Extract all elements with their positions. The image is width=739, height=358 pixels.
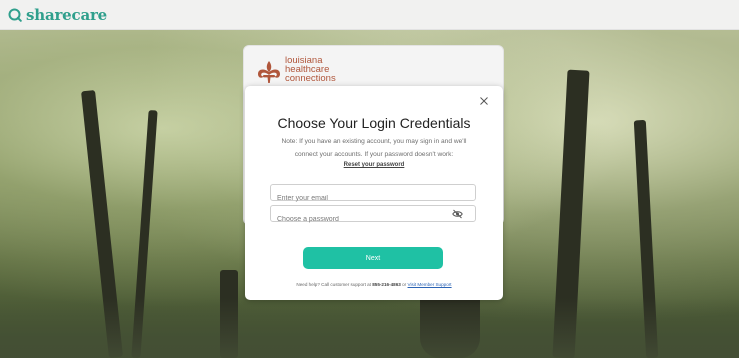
password-field-wrapper [270, 205, 476, 227]
top-header: sharecare [0, 0, 739, 30]
fleur-de-lis-icon [258, 61, 280, 83]
note-text: Note: If you have an existing account, y… [257, 136, 491, 161]
note-line1: Note: If you have an existing account, y… [281, 138, 467, 145]
help-text: Need help? Call customer support at 855-… [245, 282, 503, 287]
partner-line3: connections [285, 73, 336, 84]
partner-logo: louisiana healthcare connections [256, 56, 336, 84]
partner-name: louisiana healthcare connections [285, 56, 336, 84]
support-phone: 855-216-4863 [372, 282, 401, 287]
member-support-link[interactable]: Visit Member Support [408, 282, 452, 287]
ground [0, 298, 739, 358]
eye-off-icon[interactable] [452, 209, 463, 219]
help-or: or [402, 282, 407, 287]
close-icon [480, 97, 488, 105]
sharecare-logo-icon [8, 8, 22, 22]
login-credentials-modal: Choose Your Login Credentials Note: If y… [245, 86, 503, 300]
modal-title: Choose Your Login Credentials [277, 115, 471, 131]
password-field[interactable] [271, 212, 475, 227]
email-field[interactable] [271, 191, 475, 206]
next-button[interactable]: Next [303, 247, 443, 269]
brand-name: sharecare [26, 6, 108, 24]
close-button[interactable] [478, 95, 490, 107]
help-prefix: Need help? Call customer support at [296, 282, 371, 287]
sharecare-logo[interactable]: sharecare [8, 6, 107, 24]
reset-password-link[interactable]: Reset your password [245, 162, 503, 168]
email-field-wrapper [270, 184, 476, 206]
note-line2: connect your accounts. If your password … [294, 150, 454, 158]
